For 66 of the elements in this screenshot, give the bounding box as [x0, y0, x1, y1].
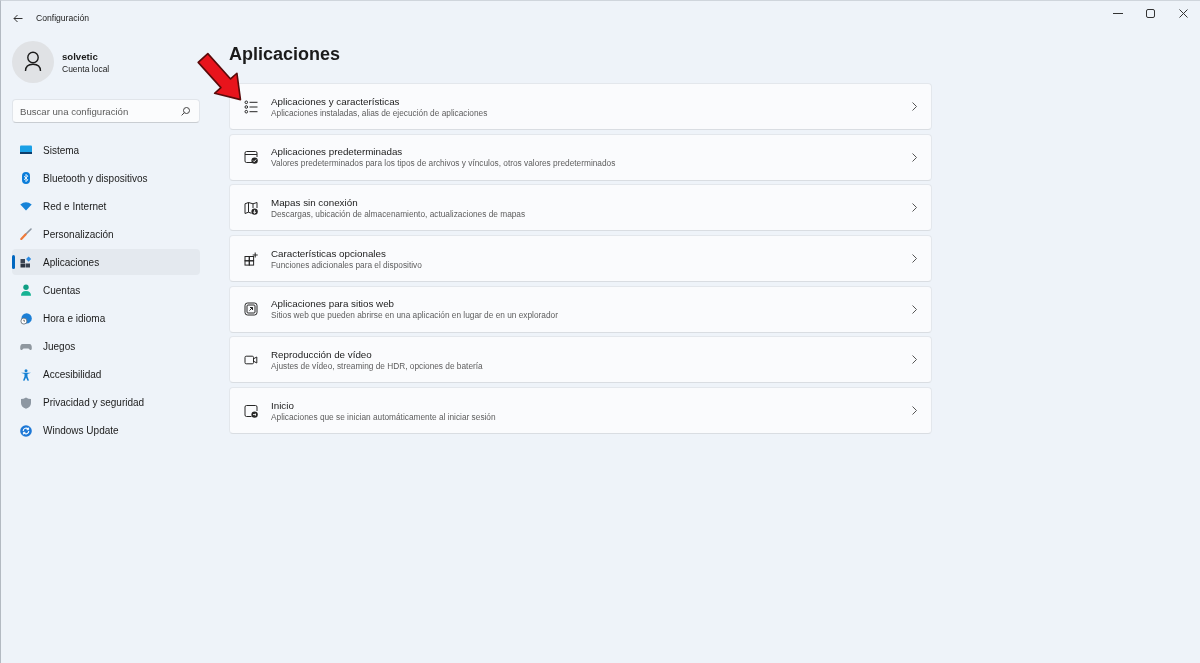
settings-card[interactable]: Aplicaciones predeterminadas Valores predeterminados para los tipos de archivos y vínculos, otros valores predeterminados [229, 133, 932, 181]
chevron-right-icon [912, 304, 917, 314]
sidebar-item[interactable]: Bluetooth y dispositivos [12, 165, 200, 192]
card-title: Aplicaciones predeterminadas [271, 145, 403, 159]
maximize-icon [1146, 8, 1155, 18]
chevron-right-icon [912, 203, 917, 213]
window-badge-icon [244, 403, 258, 418]
search-icon [181, 106, 190, 116]
monitor-icon [20, 144, 32, 156]
sidebar-item[interactable]: Red e Internet [12, 193, 200, 220]
card-title: Aplicaciones para sitios web [271, 297, 395, 311]
account-type: Cuenta local [62, 62, 110, 75]
sidebar-item[interactable]: Juegos [12, 333, 200, 360]
window-title: Configuración [36, 13, 90, 23]
card-title: Mapas sin conexión [271, 195, 358, 209]
card-description: Sitios web que pueden abrirse en una aplicación en lugar de en un explorador [271, 310, 558, 322]
settings-card[interactable]: Inicio Aplicaciones que se inician automáticamente al iniciar sesión [229, 387, 932, 435]
apps-icon [20, 256, 32, 269]
sidebar-item[interactable]: Personalización [12, 221, 200, 248]
globe-clock-icon [20, 312, 32, 325]
sidebar-item[interactable]: Windows Update [12, 417, 200, 444]
card-description: Aplicaciones instaladas, alias de ejecución de aplicaciones [271, 107, 488, 119]
bluetooth-icon [20, 172, 32, 185]
wifi-icon [20, 200, 32, 213]
card-title: Reproducción de vídeo [271, 347, 372, 361]
list-icon [244, 99, 258, 114]
sidebar-item[interactable]: Privacidad y seguridad [12, 389, 200, 416]
settings-card[interactable]: Aplicaciones para sitios web Sitios web que pueden abrirse en una aplicación en lugar de en un explorador [229, 285, 932, 333]
chevron-right-icon [912, 355, 917, 365]
settings-card[interactable]: Características opcionales Funciones adicionales para el dispositivo [229, 235, 932, 283]
sidebar-item[interactable]: Hora e idioma [12, 305, 200, 332]
chevron-right-icon [912, 254, 917, 264]
sidebar-item[interactable]: Sistema [12, 137, 200, 163]
window-arrow-icon [244, 302, 258, 317]
chevron-right-icon [912, 152, 917, 162]
page-title: Aplicaciones [229, 43, 341, 65]
card-title: Características opcionales [271, 246, 386, 260]
grid-plus-icon [244, 251, 258, 266]
chevron-right-icon [912, 406, 917, 416]
sidebar-item[interactable]: Cuentas [12, 277, 200, 304]
person-icon [20, 284, 32, 297]
shield-icon [20, 396, 32, 409]
minimize-icon [1112, 12, 1123, 14]
account-name: solvetic [62, 49, 98, 63]
search-field[interactable]: Buscar una configuración [12, 99, 200, 123]
avatar-icon [12, 41, 54, 83]
card-title: Inicio [271, 398, 294, 412]
map-icon [244, 200, 258, 215]
accessibility-icon [20, 368, 32, 381]
brush-icon [20, 228, 32, 241]
sidebar-item[interactable]: Accesibilidad [12, 361, 200, 388]
window-check-icon [244, 150, 258, 165]
chevron-right-icon [912, 102, 917, 111]
card-description: Ajustes de vídeo, streaming de HDR, opciones de batería [271, 360, 483, 372]
settings-card[interactable]: Reproducción de vídeo Ajustes de vídeo, streaming de HDR, opciones de batería [229, 336, 932, 384]
card-description: Funciones adicionales para el dispositivo [271, 259, 422, 271]
card-description: Descargas, ubicación de almacenamiento, actualizaciones de mapas [271, 208, 526, 220]
card-title: Aplicaciones y características [271, 94, 400, 108]
back-icon [13, 13, 23, 23]
settings-card[interactable]: Aplicaciones y características Aplicaciones instaladas, alias de ejecución de aplicaciones [229, 83, 932, 130]
card-description: Valores predeterminados para los tipos de archivos y vínculos, otros valores predeterminados [271, 158, 616, 170]
update-icon [20, 424, 32, 437]
card-description: Aplicaciones que se inician automáticamente al iniciar sesión [271, 411, 496, 423]
close-icon [1179, 8, 1188, 18]
settings-card[interactable]: Mapas sin conexión Descargas, ubicación de almacenamiento, actualizaciones de mapas [229, 184, 932, 232]
sidebar-item[interactable]: Aplicaciones [12, 249, 200, 276]
